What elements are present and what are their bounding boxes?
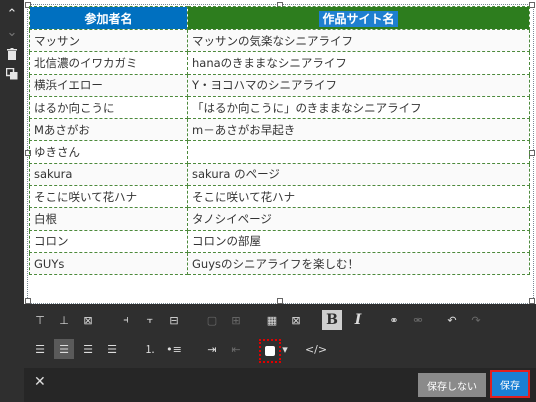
link-icon[interactable]: ⚭ [384, 310, 404, 330]
align-center-icon[interactable]: ☰ [54, 339, 74, 359]
italic-button[interactable]: I [348, 310, 368, 330]
table-remove-icon[interactable]: ⊠ [286, 310, 306, 330]
delete-column-icon[interactable]: ⊟ [164, 310, 184, 330]
table-row: コロン コロンの部屋 [29, 229, 530, 253]
numbered-list-icon[interactable]: ⒈ [140, 339, 160, 359]
outdent-icon[interactable]: ⇤ [226, 339, 246, 359]
table-cell[interactable]: 横浜イエロー [29, 73, 188, 97]
table-cell[interactable]: Mあさがお [29, 118, 188, 142]
table-cell[interactable]: タノシイページ [187, 207, 530, 231]
unlink-icon[interactable]: ⚮ [408, 310, 428, 330]
table-row: Mあさがお m－あさがお早起き [29, 118, 530, 142]
left-sidebar: ⌃ ⌄ [0, 0, 24, 402]
table-cell[interactable]: 北信濃のイワカガミ [29, 51, 188, 75]
table-row: そこに咲いて花ハナ そこに咲いて花ハナ [29, 185, 530, 209]
align-left-icon[interactable]: ☰ [30, 339, 50, 359]
trash-icon[interactable] [0, 44, 24, 64]
table-cell[interactable]: マッサン [29, 28, 188, 53]
table-cell[interactable]: コロン [29, 229, 188, 253]
insert-row-above-icon[interactable]: ⊤ [30, 310, 50, 330]
table-cell[interactable]: hanaのきままなシニアライフ [187, 51, 530, 75]
table-cell[interactable]: 「はるか向こうに」のきままなシニアライフ [187, 95, 530, 120]
insert-column-left-icon[interactable]: ⫞ [116, 310, 136, 330]
table-grid-icon[interactable]: ▦ [262, 310, 282, 330]
indent-icon[interactable]: ⇥ [202, 339, 222, 359]
redo-icon[interactable]: ↷ [466, 310, 486, 330]
bold-button[interactable]: B [322, 310, 342, 330]
table-cell[interactable]: はるか向こうに [29, 95, 188, 120]
cancel-button[interactable]: 保存しない [418, 373, 486, 397]
table-cell[interactable]: sakura のページ [187, 162, 530, 187]
table-row: 横浜イエロー Y・ヨコハマのシニアライフ [29, 73, 530, 97]
table-row: はるか向こうに 「はるか向こうに」のきままなシニアライフ [29, 95, 530, 120]
table-cell[interactable]: そこに咲いて花ハナ [187, 185, 530, 209]
table-cell[interactable]: sakura [29, 162, 188, 187]
table-row: sakura sakura のページ [29, 162, 530, 187]
source-code-button[interactable]: </> [305, 339, 327, 359]
table-cell[interactable]: Y・ヨコハマのシニアライフ [187, 73, 530, 97]
header-site-name[interactable]: 作品サイト名 [187, 6, 530, 30]
color-swatch [265, 346, 275, 356]
table-cell[interactable] [187, 140, 530, 164]
split-cells-icon[interactable]: ⊞ [226, 310, 246, 330]
move-up-icon[interactable]: ⌃ [0, 4, 24, 24]
header-participant-name[interactable]: 参加者名 [29, 6, 188, 30]
chevron-down-icon[interactable]: ▾ [279, 339, 291, 359]
insert-row-below-icon[interactable]: ⊥ [54, 310, 74, 330]
table-cell[interactable]: コロンの部屋 [187, 229, 530, 253]
bulleted-list-icon[interactable]: •≡ [164, 339, 184, 359]
align-justify-icon[interactable]: ☰ [102, 339, 122, 359]
table-row: マッサン マッサンの気楽なシニアライフ [29, 28, 530, 53]
table-row: ゆきさん [29, 140, 530, 164]
table-cell[interactable]: 白根 [29, 207, 188, 231]
delete-row-icon[interactable]: ⊠ [78, 310, 98, 330]
text-color-picker[interactable] [259, 339, 281, 363]
table-cell[interactable]: そこに咲いて花ハナ [29, 185, 188, 209]
table-cell[interactable]: GUYs [29, 251, 188, 276]
table-row: 白根 タノシイページ [29, 207, 530, 231]
close-icon[interactable]: ✕ [34, 374, 46, 390]
table-row: 北信濃のイワカガミ hanaのきままなシニアライフ [29, 51, 530, 75]
table-cell[interactable]: マッサンの気楽なシニアライフ [187, 28, 530, 53]
save-button[interactable]: 保存 [490, 370, 530, 398]
move-down-icon[interactable]: ⌄ [0, 22, 24, 42]
insert-column-right-icon[interactable]: ⫟ [140, 310, 160, 330]
table-cell[interactable]: ゆきさん [29, 140, 188, 164]
table-cell[interactable]: m－あさがお早起き [187, 118, 530, 142]
table-row: GUYs Guysのシニアライフを楽しむ！ [29, 251, 530, 276]
align-right-icon[interactable]: ☰ [78, 339, 98, 359]
duplicate-icon[interactable] [0, 64, 24, 84]
undo-icon[interactable]: ↶ [442, 310, 462, 330]
participants-table: 参加者名 作品サイト名 マッサン マッサンの気楽なシニアライフ 北信濃のイワカガミ… [29, 6, 530, 276]
table-header-row: 参加者名 作品サイト名 [29, 6, 530, 30]
merge-cells-icon[interactable]: ▢ [202, 310, 222, 330]
table-cell[interactable]: Guysのシニアライフを楽しむ！ [187, 251, 530, 276]
